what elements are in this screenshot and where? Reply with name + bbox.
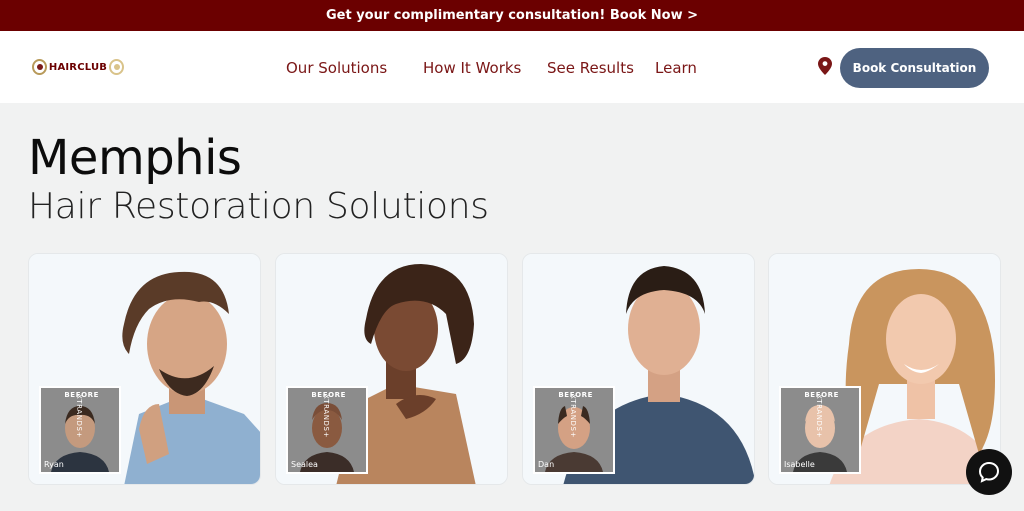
location-pin-icon[interactable] [818, 57, 832, 75]
brand-label: XTRANDS+ [321, 394, 330, 439]
result-card-ryan[interactable]: BEFORE XTRANDS+ Ryan [28, 253, 261, 485]
page-subtitle: Hair Restoration Solutions [28, 186, 489, 227]
chat-launcher-button[interactable] [966, 449, 1012, 495]
nav-how-it-works[interactable]: How It Works [423, 59, 521, 77]
nav-learn[interactable]: Learn [655, 59, 697, 77]
site-header: HAIRCLUB Our Solutions How It Works See … [0, 31, 1024, 103]
hairclub-logo[interactable]: HAIRCLUB [32, 57, 124, 77]
page-title: Memphis [28, 130, 242, 186]
promo-banner: Get your complimentary consultation! Boo… [0, 0, 1024, 31]
result-card-dan[interactable]: BEFORE XTRANDS+ Dan [522, 253, 755, 485]
before-thumbnail: BEFORE XTRANDS+ Sealea [286, 386, 368, 474]
brand-label: XTRANDS+ [74, 394, 83, 439]
promo-link[interactable]: Get your complimentary consultation! Boo… [326, 8, 698, 23]
logo-text: HAIRCLUB [48, 61, 108, 73]
before-thumbnail: BEFORE XTRANDS+ Ryan [39, 386, 121, 474]
book-consultation-button[interactable]: Book Consultation [840, 48, 989, 88]
client-name: Ryan [44, 460, 64, 469]
client-name: Dan [538, 460, 555, 469]
chat-icon [978, 461, 1000, 483]
logo-emblem-icon [109, 59, 124, 75]
brand-label: XTRANDS+ [568, 394, 577, 439]
before-thumbnail: BEFORE XTRANDS+ Dan [533, 386, 615, 474]
nav-see-results[interactable]: See Results [547, 59, 634, 77]
client-name: Isabelle [784, 460, 815, 469]
brand-label: XTRANDS+ [814, 394, 823, 439]
logo-emblem-icon [32, 59, 47, 75]
nav-our-solutions[interactable]: Our Solutions [286, 59, 387, 77]
client-name: Sealea [291, 460, 318, 469]
result-card-sealea[interactable]: BEFORE XTRANDS+ Sealea [275, 253, 508, 485]
result-card-isabelle[interactable]: BEFORE XTRANDS+ Isabelle [768, 253, 1001, 485]
before-thumbnail: BEFORE XTRANDS+ Isabelle [779, 386, 861, 474]
